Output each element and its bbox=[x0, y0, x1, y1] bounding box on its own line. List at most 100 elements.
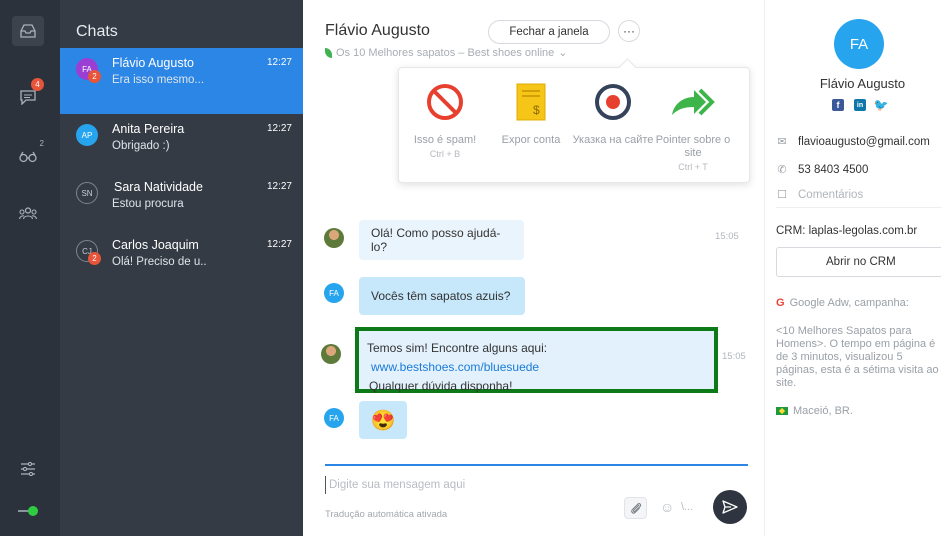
emoji-button[interactable]: ☺ bbox=[660, 499, 674, 515]
share-arrow-icon bbox=[649, 82, 737, 122]
chat-preview: Olá! Preciso de u.. bbox=[112, 256, 207, 268]
leaf-icon bbox=[325, 47, 332, 58]
action-label: Isso é spam! bbox=[413, 134, 477, 146]
location-row: Maceió, BR. bbox=[776, 405, 853, 417]
issue-invoice-action[interactable]: $ Expor conta bbox=[487, 82, 575, 149]
brazil-flag-icon bbox=[776, 407, 788, 415]
spam-icon bbox=[401, 82, 489, 122]
chat-list-item[interactable]: SN Sara Natividade 12:27 Estou procura bbox=[60, 172, 303, 238]
message-input[interactable] bbox=[325, 476, 605, 494]
svg-text:$: $ bbox=[533, 103, 540, 117]
chat-preview: Obrigado :) bbox=[112, 140, 170, 152]
message-text: Temos sim! Encontre alguns aqui: bbox=[367, 341, 548, 355]
agent-avatar bbox=[324, 228, 344, 248]
mark-spam-action[interactable]: Isso é spam! Ctrl + B bbox=[401, 82, 489, 159]
online-dot-icon bbox=[28, 506, 38, 516]
campaign-label-text: Google Adw, campanha: bbox=[789, 297, 909, 309]
chat-list-item[interactable]: FA 2 Flávio Augusto 12:27 Era isso mesmo… bbox=[60, 48, 303, 114]
composer-focus-line bbox=[325, 464, 748, 466]
agent-avatar bbox=[321, 344, 341, 364]
chat-list-title: Chats bbox=[76, 23, 118, 40]
chat-list-panel: Chats FA 2 Flávio Augusto 12:27 Era isso… bbox=[60, 0, 303, 536]
chat-time: 12:27 bbox=[266, 181, 292, 192]
chat-name: Sara Natividade bbox=[114, 180, 203, 194]
icon-rail: 4 2 bbox=[0, 0, 60, 536]
record-icon bbox=[569, 82, 657, 122]
message-text: Olá! Como posso ajudá-lo? bbox=[371, 226, 501, 254]
source-page-label: Os 10 Melhores sapatos – Best shoes onli… bbox=[336, 46, 555, 59]
chevron-down-icon: ⌄ bbox=[558, 47, 568, 59]
visitor-phone[interactable]: 53 8403 4500 bbox=[798, 164, 868, 176]
chat-name: Anita Pereira bbox=[112, 122, 185, 136]
facebook-icon[interactable]: f bbox=[832, 99, 844, 111]
open-crm-button[interactable]: Abrir no CRM bbox=[776, 247, 941, 277]
site-pointer-ru-action[interactable]: Указка на сайте bbox=[569, 82, 657, 149]
visitor-message: Vocês têm sapatos azuis? bbox=[359, 277, 525, 315]
chat-time: 12:27 bbox=[266, 239, 292, 250]
visitor-message: 😍 bbox=[359, 401, 407, 439]
chat-time: 12:27 bbox=[266, 57, 292, 68]
chat-name: Carlos Joaquim bbox=[112, 238, 199, 252]
inbox-icon[interactable] bbox=[12, 16, 44, 46]
google-icon: G bbox=[776, 297, 785, 309]
message-text-line2: Qualquer dúvida disponha! bbox=[369, 379, 513, 393]
actions-popover: Isso é spam! Ctrl + B $ Expor conta Указ… bbox=[398, 67, 750, 183]
site-pointer-action[interactable]: Pointer sobre o site Ctrl + T bbox=[649, 82, 737, 172]
visitor-name: Flávio Augusto bbox=[819, 76, 906, 91]
twitter-icon[interactable]: 🐦 bbox=[874, 98, 889, 112]
more-options-button[interactable]: ··· bbox=[618, 20, 640, 42]
action-label: Pointer sobre o site bbox=[655, 134, 731, 159]
action-shortcut: Ctrl + B bbox=[429, 149, 461, 159]
team-icon[interactable] bbox=[12, 198, 44, 228]
comments-field[interactable]: Comentários bbox=[798, 189, 863, 201]
campaign-label: G Google Adw, campanha: bbox=[776, 297, 909, 309]
message-text: Vocês têm sapatos azuis? bbox=[371, 289, 511, 303]
settings-sliders-icon[interactable] bbox=[12, 454, 44, 484]
visitors-count: 2 bbox=[39, 139, 44, 148]
conversation-title: Flávio Augusto bbox=[325, 22, 430, 39]
email-row: ✉ flavioaugusto@gmail.com bbox=[776, 135, 930, 149]
online-status-toggle[interactable] bbox=[18, 506, 38, 516]
visitors-icon[interactable]: 2 bbox=[12, 139, 44, 172]
linkedin-icon[interactable]: in bbox=[854, 99, 866, 111]
action-shortcut: Ctrl + T bbox=[678, 162, 708, 172]
paperclip-icon bbox=[630, 503, 641, 514]
attach-button[interactable] bbox=[624, 497, 647, 519]
conversation-panel: Flávio Augusto Os 10 Melhores sapatos – … bbox=[303, 0, 765, 536]
chat-list-item[interactable]: CJ 2 Carlos Joaquim 12:27 Olá! Preciso d… bbox=[60, 230, 303, 296]
visitor-email[interactable]: flavioaugusto@gmail.com bbox=[798, 136, 930, 148]
phone-row: ✆ 53 8403 4500 bbox=[776, 163, 868, 177]
visitor-avatar: FA bbox=[324, 408, 344, 428]
chat-time: 12:27 bbox=[266, 123, 292, 134]
unread-badge: 2 bbox=[88, 252, 101, 265]
visitor-avatar-large: FA bbox=[834, 19, 884, 69]
action-label: Expor conta bbox=[501, 134, 561, 146]
chat-count-badge: 4 bbox=[31, 78, 44, 91]
comments-row[interactable]: ☐ Comentários bbox=[776, 188, 863, 202]
phone-icon: ✆ bbox=[777, 164, 787, 176]
avatar: AP bbox=[76, 124, 98, 146]
invoice-icon: $ bbox=[487, 82, 575, 122]
chat-icon[interactable]: 4 bbox=[12, 78, 44, 112]
comment-icon: ☐ bbox=[777, 189, 787, 201]
send-icon bbox=[722, 500, 738, 514]
chat-preview: Estou procura bbox=[112, 198, 184, 210]
action-label: Указка на сайте bbox=[572, 134, 654, 146]
chat-name: Flávio Augusto bbox=[112, 56, 194, 70]
message-time: 15:05 bbox=[722, 351, 746, 362]
product-link[interactable]: www.bestshoes.com/bluesuede bbox=[371, 360, 539, 374]
message-time: 15:05 bbox=[715, 231, 739, 242]
close-window-button[interactable]: Fechar a janela bbox=[488, 20, 610, 44]
chat-preview: Era isso mesmo... bbox=[112, 74, 205, 86]
mail-icon: ✉ bbox=[777, 136, 787, 148]
crm-label: CRM: laplas-legolas.com.br bbox=[776, 225, 918, 237]
visitor-avatar: FA bbox=[324, 283, 344, 303]
send-button[interactable] bbox=[713, 490, 747, 524]
chat-list-item[interactable]: AP Anita Pereira 12:27 Obrigado :) bbox=[60, 114, 303, 180]
avatar: SN bbox=[76, 182, 98, 204]
translation-note: Tradução automática ativada bbox=[325, 509, 448, 520]
source-page-dropdown[interactable]: Os 10 Melhores sapatos – Best shoes onli… bbox=[325, 46, 568, 59]
visitor-info-panel: FA Flávio Augusto f in 🐦 ✉ flavioaugusto… bbox=[766, 0, 941, 536]
visitor-location: Maceió, BR. bbox=[793, 405, 853, 417]
campaign-description: <10 Melhores Sapatos para Homens>. O tem… bbox=[776, 325, 939, 389]
